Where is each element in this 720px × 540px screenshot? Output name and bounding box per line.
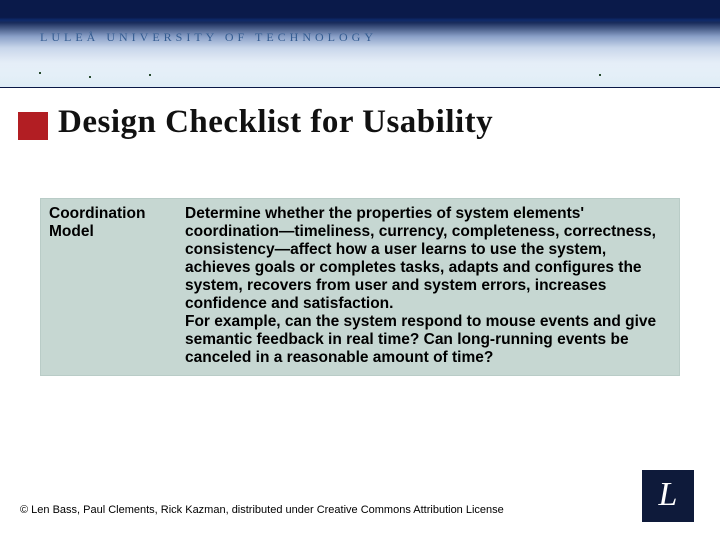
slide: LULEÅ UNIVERSITY OF TECHNOLOGY Design Ch… — [0, 0, 720, 540]
checklist-table: Coordination Model Determine whether the… — [40, 198, 680, 376]
checklist-row-body: Determine whether the properties of syst… — [181, 199, 679, 375]
title-accent-bar — [18, 112, 48, 140]
university-name: LULEÅ UNIVERSITY OF TECHNOLOGY — [40, 30, 377, 45]
slide-title: Design Checklist for Usability — [58, 104, 493, 141]
attribution-text: © Len Bass, Paul Clements, Rick Kazman, … — [20, 504, 504, 516]
checklist-row-label: Coordination Model — [41, 199, 181, 375]
logo-letter-icon: L — [659, 478, 678, 512]
university-logo: L — [642, 470, 694, 522]
